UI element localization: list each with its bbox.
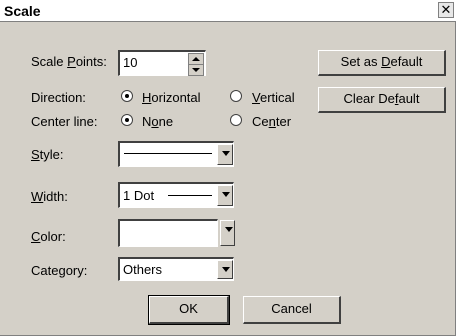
category-dropdown-icon[interactable] xyxy=(217,260,233,279)
style-dropdown-icon[interactable] xyxy=(217,144,233,165)
category-post: ory: xyxy=(65,263,88,278)
ok-button[interactable]: OK xyxy=(148,295,230,325)
width-accel: W xyxy=(31,189,44,204)
style-select[interactable] xyxy=(118,141,234,167)
width-post: idth: xyxy=(43,189,68,204)
direction-label: Direction: xyxy=(31,90,86,105)
horizontal-post: orizontal xyxy=(151,90,201,105)
none-post: ne xyxy=(158,114,174,129)
center-pre: Ce xyxy=(252,114,269,129)
horizontal-accel: H xyxy=(142,90,152,105)
scale-points-label-pre: Scale xyxy=(31,54,68,69)
color-post: olor: xyxy=(40,229,66,244)
style-post: tyle: xyxy=(39,147,64,162)
center-line-center-label: Center xyxy=(252,114,291,129)
none-pre: N xyxy=(142,114,152,129)
center-line-none-radio[interactable] xyxy=(121,114,133,126)
style-solid-line-swatch xyxy=(124,153,212,154)
dialog-title: Scale xyxy=(4,3,41,19)
set-default-pre: Set as xyxy=(340,54,382,69)
color-accel: C xyxy=(31,229,41,244)
direction-vertical-radio[interactable] xyxy=(230,90,242,102)
width-value: 1 Dot xyxy=(123,188,155,203)
center-line-label: Center line: xyxy=(31,114,98,129)
style-accel: S xyxy=(31,147,40,162)
vertical-accel: V xyxy=(252,90,260,105)
width-dropdown-icon[interactable] xyxy=(217,185,233,206)
spin-down-icon[interactable] xyxy=(188,64,204,76)
center-line-none-label: None xyxy=(142,114,173,129)
vertical-post: ertical xyxy=(259,90,295,105)
color-dropdown-icon[interactable] xyxy=(220,220,235,246)
center-post: ter xyxy=(275,114,292,129)
set-as-default-button[interactable]: Set as Default xyxy=(318,50,446,76)
color-label: Color: xyxy=(31,229,66,244)
scale-points-label-accel: P xyxy=(67,54,76,69)
direction-vertical-label: Vertical xyxy=(252,90,295,105)
center-line-center-radio[interactable] xyxy=(230,114,242,126)
set-default-accel: D xyxy=(381,54,391,69)
direction-horizontal-label: Horizontal xyxy=(142,90,201,105)
scale-points-input[interactable]: 10 xyxy=(118,50,206,76)
scale-points-value: 10 xyxy=(123,55,138,70)
clear-default-post: ault xyxy=(398,91,420,106)
cancel-button[interactable]: Cancel xyxy=(243,296,341,324)
category-label: Category: xyxy=(31,263,87,278)
width-label: Width: xyxy=(31,189,68,204)
set-default-post: efault xyxy=(390,54,423,69)
title-bar: Scale ✕ xyxy=(0,0,456,22)
close-icon[interactable]: ✕ xyxy=(438,2,454,18)
category-accel: g xyxy=(58,263,66,278)
clear-default-pre: Clear De xyxy=(343,91,395,106)
category-select[interactable]: Others xyxy=(118,257,234,281)
style-label: Style: xyxy=(31,147,64,162)
scale-dialog: Scale ✕ Scale Points: 10 Set as Default … xyxy=(0,0,456,336)
center-accel: n xyxy=(268,114,276,129)
width-line-swatch xyxy=(168,195,212,196)
clear-default-button[interactable]: Clear Default xyxy=(318,87,446,113)
color-swatch[interactable] xyxy=(118,219,218,247)
category-pre: Cate xyxy=(31,263,59,278)
none-accel: o xyxy=(151,114,159,129)
direction-horizontal-radio[interactable] xyxy=(121,90,133,102)
category-value: Others xyxy=(123,262,163,277)
scale-points-label: Scale Points: xyxy=(31,54,107,69)
width-select[interactable]: 1 Dot xyxy=(118,182,234,208)
scale-points-label-post: oints: xyxy=(75,54,107,69)
